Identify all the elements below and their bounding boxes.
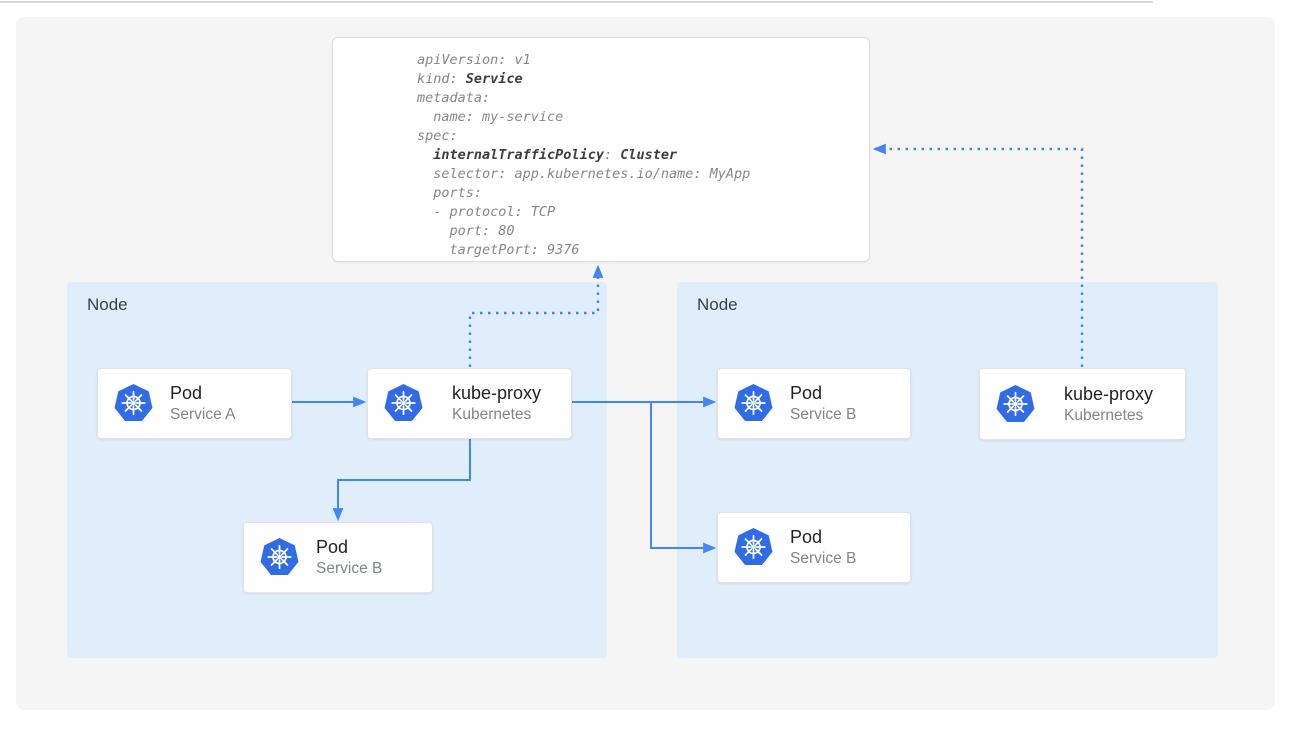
card-subtitle: Service B bbox=[790, 549, 856, 569]
card-subtitle: Service B bbox=[790, 405, 856, 425]
card-subtitle: Service B bbox=[316, 559, 382, 579]
kubernetes-icon bbox=[113, 383, 154, 424]
service-yaml-card: apiVersion: v1kind: Servicemetadata: nam… bbox=[332, 37, 870, 262]
card-title: Pod bbox=[790, 382, 856, 405]
yaml-line: selector: app.kubernetes.io/name: MyApp bbox=[417, 165, 750, 184]
kubernetes-icon bbox=[383, 383, 424, 424]
card-title: Pod bbox=[790, 526, 856, 549]
yaml-line: targetPort: 9376 bbox=[417, 241, 750, 260]
yaml-line: spec: bbox=[417, 127, 750, 146]
yaml-line: metadata: bbox=[417, 89, 750, 108]
card-subtitle: Kubernetes bbox=[1064, 406, 1153, 426]
yaml-line: internalTrafficPolicy: Cluster bbox=[417, 146, 750, 165]
node-right-label: Node bbox=[697, 295, 738, 315]
card-pod-service-b-right-top: Pod Service B bbox=[717, 368, 911, 439]
yaml-line: apiVersion: v1 bbox=[417, 51, 750, 70]
node-left-label: Node bbox=[87, 295, 128, 315]
card-subtitle: Service A bbox=[170, 405, 235, 425]
card-pod-service-b-left: Pod Service B bbox=[243, 522, 433, 593]
card-title: Pod bbox=[170, 382, 235, 405]
card-kube-proxy-right: kube-proxy Kubernetes bbox=[979, 368, 1186, 440]
yaml-line: kind: Service bbox=[417, 70, 750, 89]
yaml-line: - protocol: TCP bbox=[417, 203, 750, 222]
kubernetes-icon bbox=[733, 383, 774, 424]
card-title: kube-proxy bbox=[452, 382, 541, 405]
kubernetes-icon bbox=[995, 384, 1036, 425]
card-title: kube-proxy bbox=[1064, 383, 1153, 406]
card-pod-service-a: Pod Service A bbox=[97, 368, 292, 439]
kubernetes-icon bbox=[733, 527, 774, 568]
yaml-code: apiVersion: v1kind: Servicemetadata: nam… bbox=[417, 51, 750, 260]
node-box-left: Node bbox=[67, 282, 607, 658]
yaml-line: ports: bbox=[417, 184, 750, 203]
card-title: Pod bbox=[316, 536, 382, 559]
yaml-line: port: 80 bbox=[417, 222, 750, 241]
node-box-right: Node bbox=[677, 282, 1218, 658]
yaml-line: name: my-service bbox=[417, 108, 750, 127]
card-subtitle: Kubernetes bbox=[452, 405, 541, 425]
kubernetes-icon bbox=[259, 537, 300, 578]
card-kube-proxy-left: kube-proxy Kubernetes bbox=[367, 368, 572, 439]
top-divider bbox=[0, 1, 1153, 3]
card-pod-service-b-right-bottom: Pod Service B bbox=[717, 512, 911, 583]
